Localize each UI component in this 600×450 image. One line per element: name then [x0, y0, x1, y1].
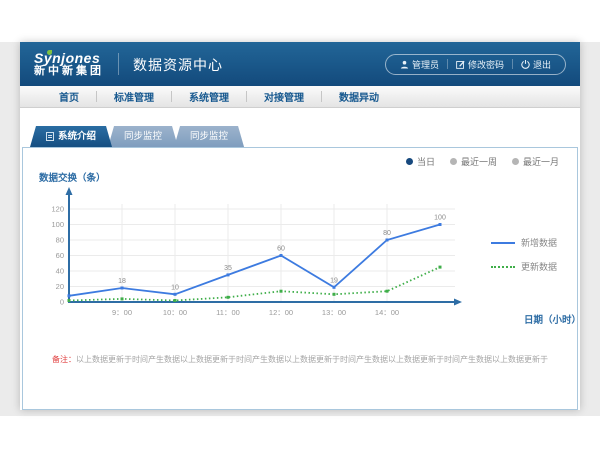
tab-label: 同步监控	[190, 126, 228, 147]
svg-text:80: 80	[56, 236, 64, 245]
main-nav: 首页 标准管理 系统管理 对接管理 数据异动	[20, 86, 580, 108]
radio-icon	[450, 158, 457, 165]
logout-label: 退出	[533, 58, 551, 71]
svg-text:60: 60	[277, 246, 285, 253]
radio-label: 当日	[417, 155, 435, 168]
tab-label: 系统介绍	[58, 126, 96, 147]
app-window: Synjones 新中新集团 数据资源中心 管理员	[20, 42, 580, 410]
svg-text:100: 100	[51, 220, 64, 229]
legend-label: 新增数据	[521, 236, 557, 249]
nav-item-data-change[interactable]: 数据异动	[322, 89, 396, 104]
tab-system-intro[interactable]: 系统介绍	[30, 126, 112, 147]
chart-x-axis-title: 日期（小时）	[524, 312, 577, 326]
change-password-button[interactable]: 修改密码	[448, 58, 512, 71]
svg-text:10：00: 10：00	[163, 308, 187, 317]
svg-text:0: 0	[60, 298, 64, 307]
edit-icon	[456, 60, 465, 69]
app-title: 数据资源中心	[118, 53, 223, 75]
svg-text:100: 100	[434, 215, 446, 222]
svg-text:14：00: 14：00	[375, 308, 399, 317]
svg-text:20: 20	[56, 282, 64, 291]
svg-text:10: 10	[171, 284, 179, 291]
chart-y-axis-title: 数据交换（条）	[39, 170, 106, 184]
green-dotted-swatch	[491, 266, 515, 268]
svg-text:18: 18	[118, 278, 126, 285]
radio-last-week[interactable]: 最近一周	[450, 155, 497, 168]
change-password-label: 修改密码	[468, 58, 504, 71]
footer-note: 备注：以上数据更新于时间产生数据以上数据更新于时间产生数据以上数据更新于时间产生…	[23, 354, 577, 365]
brand-logo[interactable]: Synjones 新中新集团	[34, 51, 104, 77]
nav-item-interface-mgmt[interactable]: 对接管理	[247, 89, 321, 104]
line-chart: 9：00 10：00 11：00 12：00 13：00 14：00 0 20 40 60 80 10…	[41, 184, 486, 319]
user-icon	[400, 60, 409, 69]
svg-text:11：00: 11：00	[216, 308, 240, 317]
svg-text:35: 35	[224, 265, 232, 272]
radio-last-month[interactable]: 最近一月	[512, 155, 559, 168]
chart-legend: 新增数据 更新数据	[491, 236, 557, 273]
logout-button[interactable]: 退出	[513, 58, 559, 71]
user-toolbar: 管理员 修改密码 退出	[385, 54, 566, 75]
tab-bar: 系统介绍 同步监控 同步监控	[30, 126, 580, 147]
content-panel: 当日 最近一周 最近一月 数据交换（条） 9：00 10：00 11：00 12：00…	[22, 147, 578, 410]
svg-text:13：00: 13：00	[322, 308, 346, 317]
range-filter: 当日 最近一周 最近一月	[406, 155, 559, 168]
screenshot-canvas: Synjones 新中新集团 数据资源中心 管理员	[0, 0, 600, 450]
tab-label: 同步监控	[124, 126, 162, 147]
radio-icon	[512, 158, 519, 165]
radio-label: 最近一月	[523, 155, 559, 168]
nav-item-system-mgmt[interactable]: 系统管理	[172, 89, 246, 104]
legend-label: 更新数据	[521, 260, 557, 273]
svg-text:12：00: 12：00	[269, 308, 293, 317]
nav-item-standard-mgmt[interactable]: 标准管理	[97, 89, 171, 104]
current-user-label: 管理员	[412, 58, 439, 71]
legend-item-new-data[interactable]: 新增数据	[491, 236, 557, 249]
svg-text:9：00: 9：00	[112, 308, 132, 317]
logo-subtext: 新中新集团	[34, 66, 104, 78]
svg-text:80: 80	[383, 230, 391, 237]
svg-text:19: 19	[330, 277, 338, 284]
svg-text:120: 120	[51, 205, 64, 214]
legend-item-updated-data[interactable]: 更新数据	[491, 260, 557, 273]
nav-item-home[interactable]: 首页	[42, 89, 96, 104]
power-icon	[521, 60, 530, 69]
radio-label: 最近一周	[461, 155, 497, 168]
blue-line-swatch	[491, 242, 515, 244]
radio-today[interactable]: 当日	[406, 155, 435, 168]
svg-text:60: 60	[56, 251, 64, 260]
document-icon	[46, 132, 54, 141]
radio-selected-icon	[406, 158, 413, 165]
note-label: 备注：	[52, 355, 76, 364]
svg-text:40: 40	[56, 267, 64, 276]
logo-leaf-icon	[47, 50, 52, 55]
note-text: 以上数据更新于时间产生数据以上数据更新于时间产生数据以上数据更新于时间产生数据以…	[76, 355, 548, 364]
current-user-button[interactable]: 管理员	[392, 58, 447, 71]
tab-sync-monitor-2[interactable]: 同步监控	[174, 126, 244, 147]
app-header: Synjones 新中新集团 数据资源中心 管理员	[20, 42, 580, 86]
logo-text: Synjones	[34, 51, 104, 66]
tab-sync-monitor-1[interactable]: 同步监控	[108, 126, 178, 147]
